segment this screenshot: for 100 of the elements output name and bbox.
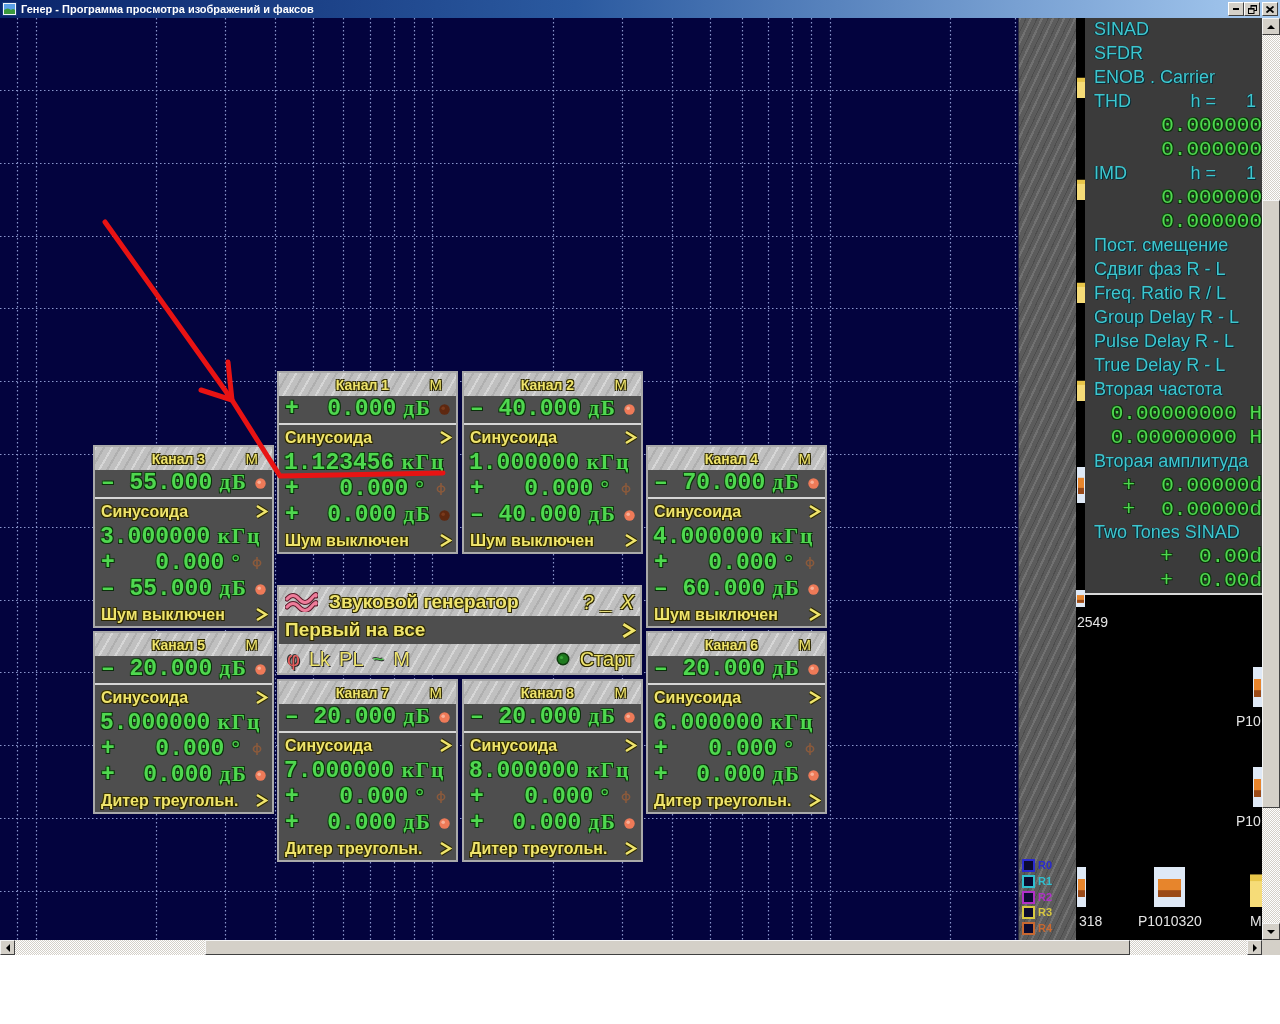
level-value: 0.000 дБ	[327, 397, 432, 421]
amplitude-value: 0.000 дБ	[143, 764, 248, 787]
waveform-selector[interactable]: Синусоида	[279, 733, 456, 758]
noise-selector[interactable]: Дитер треугольн.	[648, 789, 825, 812]
harmonic-parameter: h =	[1190, 91, 1216, 113]
scroll-right-button[interactable]	[1247, 940, 1262, 955]
measurement-label: Вторая частота	[1094, 378, 1223, 400]
scroll-up-button[interactable]	[1262, 18, 1280, 35]
measurement-label: Пост. смещение	[1094, 235, 1229, 257]
channel-title: Канал 4	[704, 449, 759, 468]
noise-selector[interactable]: Дитер треугольн.	[279, 837, 456, 860]
image-file-icon[interactable]	[1076, 590, 1085, 607]
noise-selector[interactable]: Шум выключен	[95, 603, 272, 626]
minimize-button[interactable]	[1228, 2, 1244, 16]
chevron-right-icon	[808, 793, 821, 808]
frequency-value: 7.000000 кГц	[284, 759, 446, 783]
restore-button[interactable]	[1244, 2, 1260, 16]
measurement-label: SINAD	[1094, 19, 1149, 41]
desktop-icon-label[interactable]: 318	[1079, 913, 1103, 929]
amplitude-value: 60.000 дБ	[682, 578, 801, 601]
folder-icon[interactable]	[1077, 378, 1085, 401]
level-sign: –	[285, 705, 299, 729]
scroll-down-button[interactable]	[1262, 923, 1280, 940]
desktop-icon-label[interactable]: 2549	[1077, 614, 1109, 630]
phi-icon	[252, 556, 262, 570]
scrollbar-thumb[interactable]	[1262, 200, 1280, 808]
channel-title: Канал 1	[335, 375, 390, 394]
caret-left-icon	[4, 943, 11, 952]
caret-right-icon	[1251, 943, 1258, 952]
caret-down-icon	[1267, 928, 1275, 935]
channel-title: Канал 6	[704, 635, 759, 654]
level-value: 55.000 дБ	[129, 471, 248, 495]
desktop-icon-label[interactable]: P1010320	[1138, 913, 1202, 929]
preset-selector[interactable]: Первый на все	[279, 616, 640, 644]
measurement-label: IMD	[1094, 163, 1127, 185]
value-sign: +	[1160, 546, 1173, 568]
chevron-right-icon	[439, 533, 452, 548]
phase-value: 0.000 °	[524, 785, 611, 809]
close-button[interactable]	[1262, 2, 1278, 16]
phase-sign: +	[101, 551, 115, 575]
measurement-label: Freq. Ratio R / L	[1094, 282, 1227, 304]
waveform-selector[interactable]: Синусоида	[95, 685, 272, 710]
waveform-selector[interactable]: Синусоида	[648, 499, 825, 524]
image-file-icon[interactable]	[1077, 867, 1086, 907]
image-file-icon[interactable]	[1253, 667, 1262, 707]
desktop-icon-label[interactable]: P10	[1236, 813, 1261, 829]
noise-selector[interactable]: Шум выключен	[464, 529, 641, 552]
folder-icon[interactable]	[1077, 280, 1085, 303]
level-sign: +	[285, 397, 299, 421]
phase-value: 0.000 °	[339, 477, 426, 501]
chevron-right-icon	[255, 504, 268, 519]
amplitude-value: 0.000 дБ	[327, 812, 432, 835]
level-sign: –	[654, 471, 668, 495]
scrollbar-thumb[interactable]	[205, 940, 1130, 955]
level-value: 20.000 дБ	[313, 705, 432, 729]
desktop-icon-label[interactable]: M	[1250, 913, 1262, 929]
amplitude-sign: +	[654, 764, 668, 787]
phase-sign: +	[470, 785, 484, 809]
chevron-right-icon	[439, 430, 452, 445]
generator-title: Звуковой генератор	[329, 589, 519, 614]
noise-selector[interactable]: Шум выключен	[648, 603, 825, 626]
scrollbar-corner	[1262, 940, 1280, 955]
image-file-icon[interactable]	[1077, 467, 1085, 503]
waveform-selector[interactable]: Синусоида	[464, 425, 641, 450]
measurement-label: Pulse Delay R - L	[1094, 330, 1235, 352]
channel-title: Канал 2	[520, 375, 575, 394]
caret-up-icon	[1267, 23, 1275, 30]
harmonic-parameter: h =	[1190, 163, 1216, 185]
phi-icon	[436, 790, 446, 804]
amplitude-value: 0.000 дБ	[327, 504, 432, 527]
frequency-value: 6.000000 кГц	[653, 711, 815, 735]
phase-value: 0.000 °	[524, 477, 611, 501]
chevron-right-icon	[808, 690, 821, 705]
waveform-selector[interactable]: Синусоида	[648, 685, 825, 710]
harmonic-value: 1	[1246, 91, 1257, 113]
chevron-right-icon	[624, 533, 637, 548]
value-sign: +	[1122, 474, 1136, 496]
level-value: 70.000 дБ	[682, 471, 801, 495]
level-value: 20.000 дБ	[498, 705, 617, 729]
noise-selector[interactable]: Дитер треугольн.	[95, 789, 272, 812]
frequency-value: 4.000000 кГц	[653, 525, 815, 549]
waveform-selector[interactable]: Синусоида	[464, 733, 641, 758]
waveform-selector[interactable]: Синусоида	[95, 499, 272, 524]
folder-icon[interactable]	[1077, 177, 1085, 200]
image-file-icon[interactable]	[1253, 767, 1262, 807]
desktop-icon-label[interactable]: P10	[1236, 713, 1261, 729]
chevron-right-icon	[808, 504, 821, 519]
measurement-label: Вторая амплитуда	[1094, 450, 1249, 472]
image-file-icon[interactable]	[1154, 867, 1185, 907]
noise-selector[interactable]: Дитер треугольн.	[464, 837, 641, 860]
amplitude-sign: +	[285, 504, 299, 527]
level-sign: –	[101, 657, 115, 681]
legend-label: R0	[1038, 859, 1053, 873]
phase-value: 0.000 °	[708, 551, 795, 575]
phi-icon	[805, 556, 815, 570]
waveform-selector[interactable]: Синусоида	[279, 425, 456, 450]
noise-selector[interactable]: Шум выключен	[279, 529, 456, 552]
level-sign: –	[101, 471, 115, 495]
folder-icon[interactable]	[1077, 75, 1085, 98]
scroll-left-button[interactable]	[0, 940, 15, 955]
